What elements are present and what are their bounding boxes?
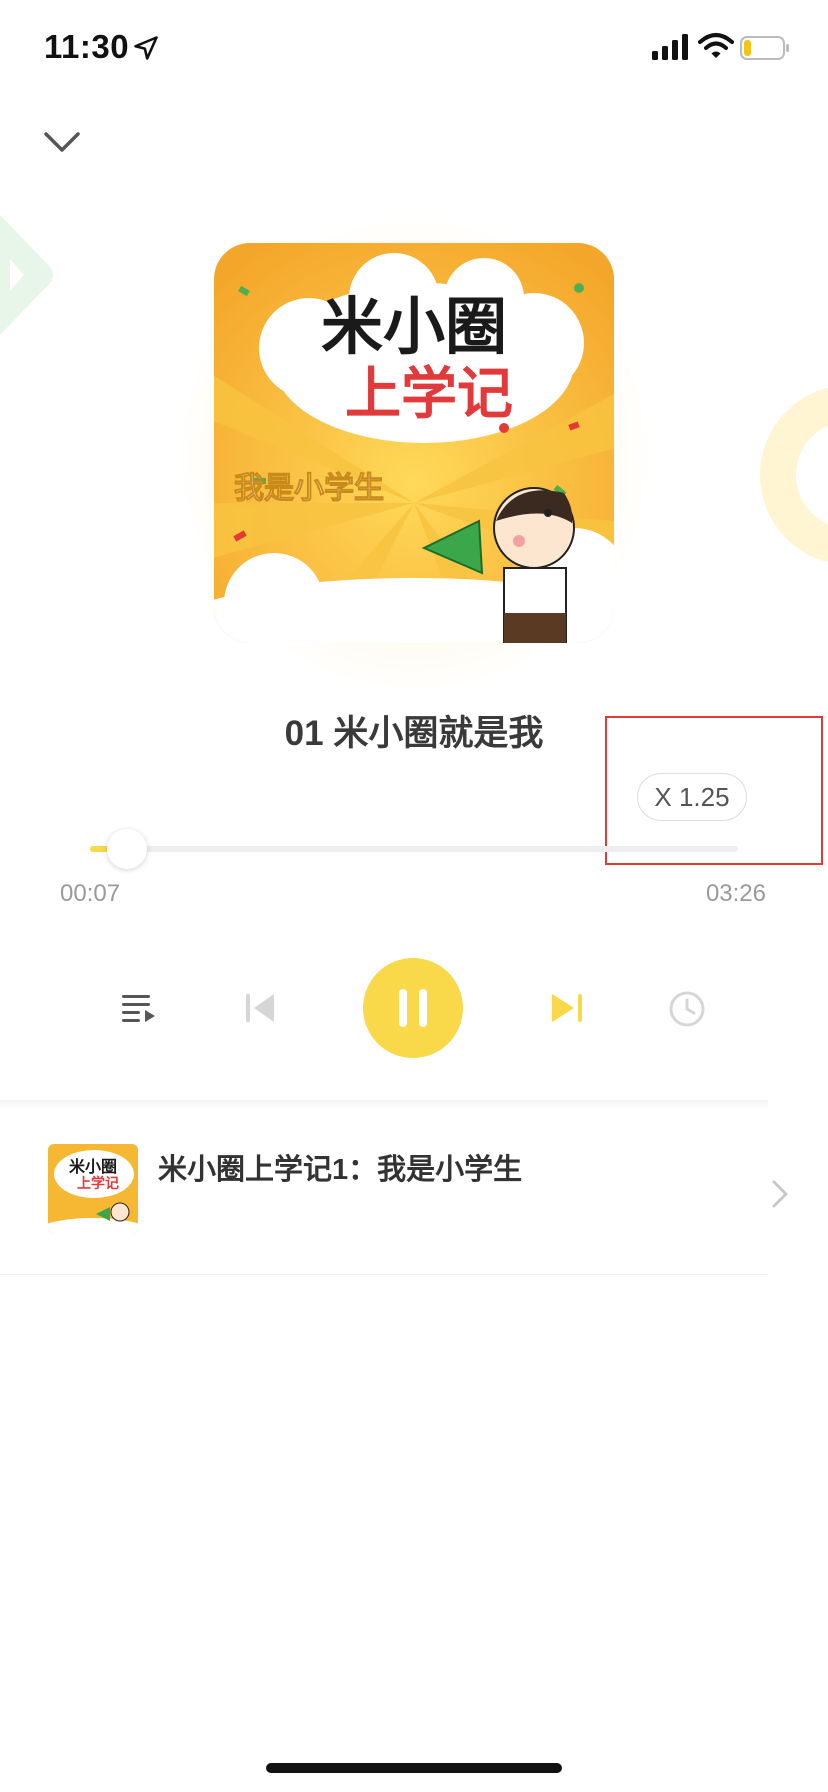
home-indicator bbox=[266, 1763, 562, 1773]
cover-title-line1: 米小圈 bbox=[321, 293, 507, 362]
row-divider bbox=[0, 1274, 768, 1275]
skip-next-icon[interactable] bbox=[548, 990, 586, 1026]
progress-track[interactable] bbox=[90, 846, 738, 852]
cover-illustration: 米小圈 上学记 我是小学生 bbox=[214, 243, 614, 643]
status-bar: 11:30 bbox=[0, 0, 828, 96]
pause-icon bbox=[399, 989, 427, 1027]
decor-ring bbox=[760, 387, 828, 563]
wifi-icon bbox=[698, 33, 734, 58]
location-arrow-icon bbox=[134, 36, 158, 60]
svg-text:上学记: 上学记 bbox=[77, 1175, 119, 1191]
album-title: 米小圈上学记1：我是小学生 bbox=[158, 1154, 523, 1186]
status-time: 11:30 bbox=[44, 28, 130, 65]
cellular-signal-icon bbox=[652, 34, 688, 60]
section-divider bbox=[0, 1100, 768, 1110]
progress-thumb[interactable] bbox=[106, 829, 147, 869]
skip-previous-icon[interactable] bbox=[242, 990, 278, 1026]
track-title: 01 米小圈就是我 bbox=[284, 714, 544, 753]
clock-icon[interactable] bbox=[668, 990, 706, 1028]
chevron-down-icon[interactable] bbox=[40, 124, 84, 160]
album-cover[interactable]: 米小圈 上学记 我是小学生 bbox=[214, 243, 614, 643]
cover-subtitle: 我是小学生 bbox=[234, 471, 384, 505]
battery-icon bbox=[740, 36, 789, 60]
playback-speed-button[interactable]: X 1.25 bbox=[637, 773, 747, 821]
decor-triangle bbox=[0, 215, 53, 335]
current-time: 00:07 bbox=[60, 880, 121, 907]
chevron-right-icon[interactable] bbox=[770, 1178, 790, 1210]
svg-text:米小圈: 米小圈 bbox=[69, 1157, 117, 1176]
cover-title-line2: 上学记 bbox=[345, 362, 513, 425]
album-row[interactable]: 米小圈 上学记 米小圈上学记1：我是小学生 bbox=[0, 1110, 768, 1274]
pause-button[interactable] bbox=[363, 958, 463, 1058]
album-thumbnail: 米小圈 上学记 bbox=[48, 1144, 138, 1234]
playlist-icon[interactable] bbox=[122, 993, 156, 1023]
total-time: 03:26 bbox=[705, 880, 766, 907]
